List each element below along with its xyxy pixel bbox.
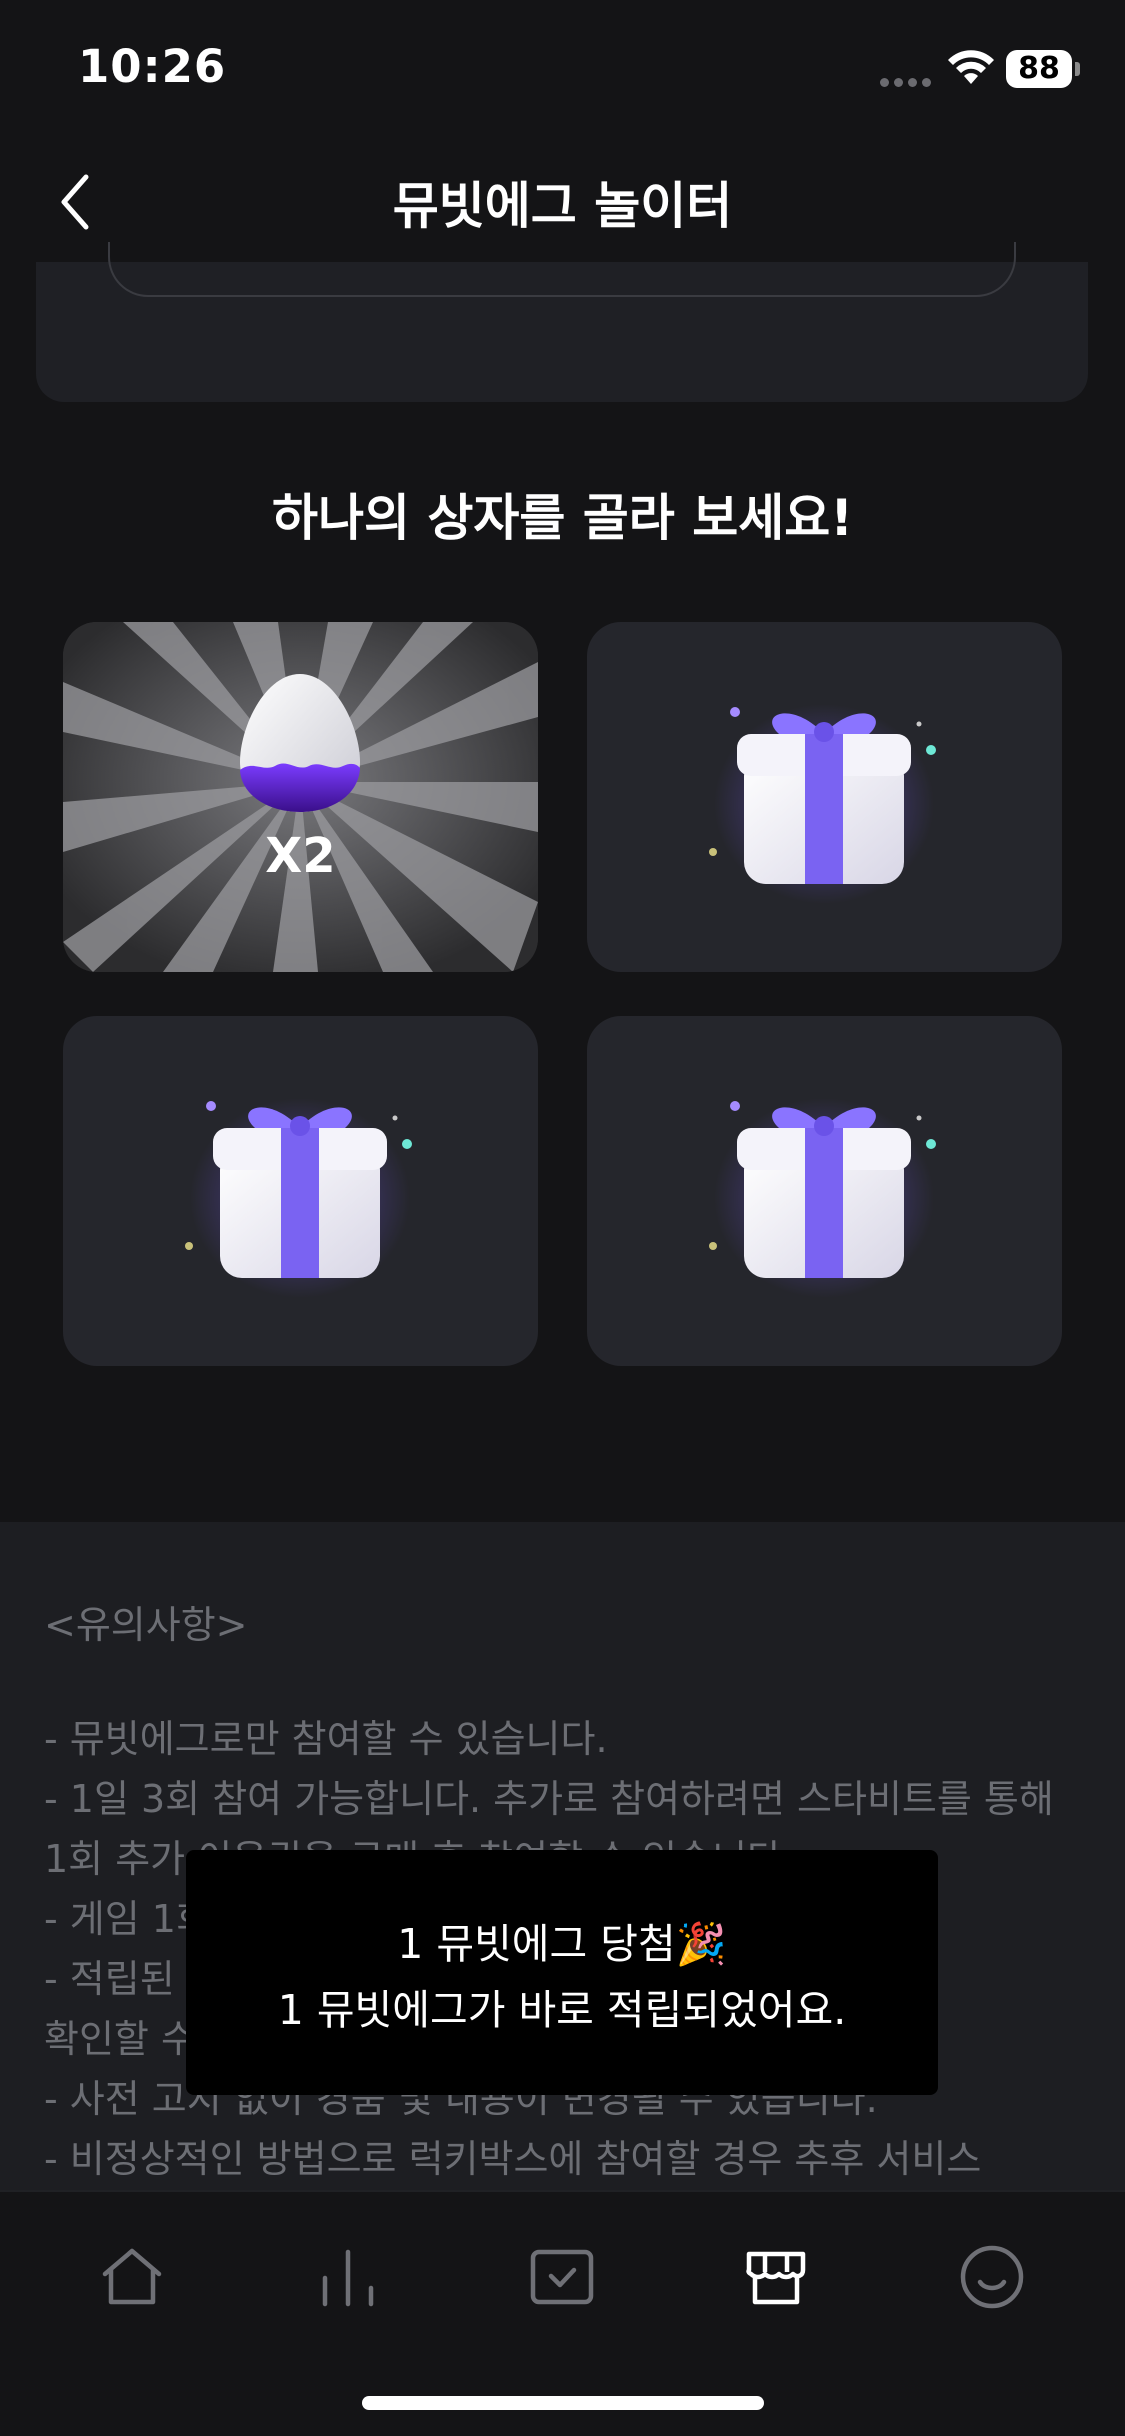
- top-card-inner: [108, 242, 1016, 297]
- store-icon: [746, 2251, 806, 2305]
- tab-vote[interactable]: [512, 2227, 612, 2327]
- vote-icon: [530, 2249, 594, 2305]
- signal-icon: [880, 72, 936, 91]
- notice-line: - 1일 3회 참여 가능합니다. 추가로 참여하려면 스타비트를 통해: [44, 1777, 1054, 1821]
- notice-line: - 비정상적인 방법으로 럭키박스에 참여할 경우 추후 서비스: [44, 2137, 982, 2181]
- notice-line: - 뮤빗에그로만 참여할 수 있습니다.: [44, 1717, 608, 1761]
- profile-icon: [960, 2245, 1024, 2309]
- reward-toast: 1 뮤빗에그 당첨🎉 1 뮤빗에그가 바로 적립되었어요.: [186, 1850, 938, 2095]
- home-indicator: [362, 2396, 764, 2410]
- lucky-box-2[interactable]: [587, 622, 1062, 972]
- top-card: [36, 242, 1088, 402]
- tab-home[interactable]: [82, 2227, 182, 2327]
- status-time: 10:26: [78, 40, 227, 93]
- battery-tip: [1075, 62, 1080, 76]
- wifi-icon: [948, 50, 994, 84]
- toast-message: 1 뮤빗에그가 바로 적립되었어요.: [277, 1986, 847, 2034]
- toast-title: 1 뮤빗에그 당첨🎉: [397, 1920, 727, 1968]
- sunburst-background: [63, 622, 538, 972]
- battery-indicator: 88: [1006, 50, 1072, 88]
- notice-heading: <유의사항>: [44, 1603, 248, 1647]
- gift-box-icon: [709, 704, 936, 904]
- page-title: 뮤빗에그 놀이터: [392, 177, 733, 235]
- tab-profile[interactable]: [942, 2227, 1042, 2327]
- tab-store[interactable]: [726, 2227, 826, 2327]
- status-bar: 10:26 88: [0, 0, 1125, 140]
- chart-icon: [322, 2249, 374, 2307]
- gift-box-icon: [185, 1098, 412, 1298]
- home-icon: [102, 2248, 162, 2305]
- lucky-box-4[interactable]: [587, 1016, 1062, 1366]
- lucky-box-revealed: [63, 622, 538, 972]
- tab-chart[interactable]: [298, 2227, 398, 2327]
- lucky-box-3[interactable]: [63, 1016, 538, 1366]
- gift-box-icon: [709, 1098, 936, 1298]
- prompt-text: 하나의 상자를 골라 보세요!: [271, 489, 854, 547]
- reward-multiplier-label: X2: [265, 828, 336, 884]
